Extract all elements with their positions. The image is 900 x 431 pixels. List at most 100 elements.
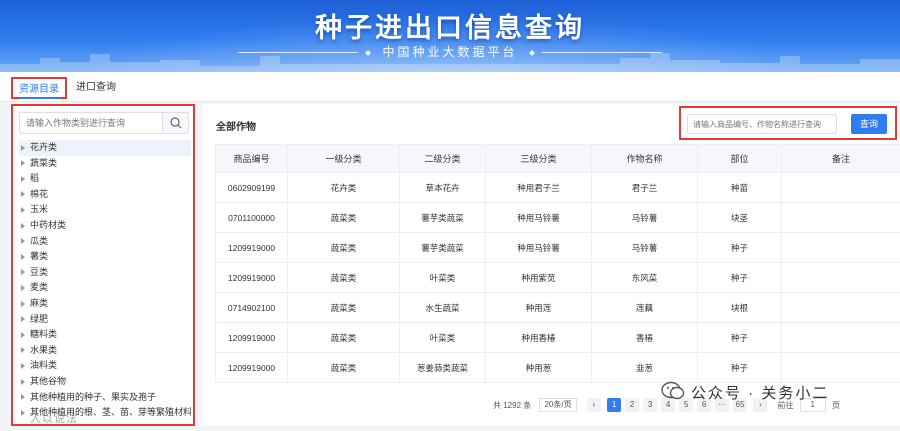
page-button[interactable]: 1 [607,398,622,412]
table-cell [781,292,900,323]
caret-right-icon [21,238,25,245]
tab-import-query[interactable]: 进口查询 [70,77,122,99]
table-cell: 种子 [697,322,782,353]
table-cell: 蔬菜类 [287,262,400,293]
wechat-icon [661,381,685,400]
table-row[interactable]: 1209919000 蔬菜类 叶菜类 种用香椿 香椿 种子 [215,322,900,353]
query-input[interactable] [687,114,837,134]
tree-item-label: 稻 [30,173,40,184]
tree-item[interactable]: 水果类 [19,343,191,359]
tree-item-label: 油料类 [30,360,58,371]
tree-item-label: 其他谷物 [30,375,67,386]
tree-item[interactable]: 花卉类 [19,140,191,156]
tree-item[interactable]: 中药材类 [19,218,191,234]
category-tree: 花卉类 蔬菜类稻棉花玉米 中药材类瓜类薯类豆类麦类 麻类 绿肥糖料类 水果类 油料类其他谷物… [19,140,191,421]
table-cell [781,322,900,353]
tree-item[interactable]: 玉米 [19,202,191,218]
diamond-icon [529,49,535,56]
table-cell: 种子 [697,352,782,383]
caret-right-icon [21,362,25,369]
column-header: 作物名称 [591,144,698,173]
tree-item[interactable]: 糖料类 [19,327,191,343]
table-cell: 蔬菜类 [287,232,400,263]
subtitle-text: 中国种业大数据平台 [382,45,518,59]
caret-right-icon [21,144,25,151]
table-row[interactable]: 1209919000 蔬菜类 叶菜类 种用紫苋 东风菜 种子 [215,262,900,293]
tree-item-label: 薯类 [30,251,49,262]
table-cell [781,352,900,383]
table-cell: 东风菜 [591,262,698,293]
tree-item[interactable]: 稻 [19,171,191,187]
table-cell: 种用香椿 [485,322,592,353]
caret-right-icon [21,207,25,213]
tree-item[interactable]: 麻类 [19,296,191,312]
table-cell: 马铃薯 [591,202,698,233]
caret-right-icon [21,284,25,291]
table-row[interactable]: 0602909199 花卉类 草本花卉 种用君子兰 君子兰 种苗 [215,172,900,203]
category-search-input[interactable] [26,113,160,133]
tree-item[interactable]: 其他种植用的种子、果实及孢子 [19,390,191,406]
column-header: 部位 [697,144,782,173]
page-button[interactable]: 2 [625,398,640,412]
page-button[interactable]: 3 [643,398,658,412]
tab-resource-catalog[interactable]: 资源目录 [11,77,67,99]
query-button[interactable]: 查询 [851,114,887,134]
category-search-button[interactable] [162,113,188,133]
tree-item-label: 蔬菜类 [30,157,58,168]
table-cell: 种子 [697,262,782,293]
tree-item[interactable]: 麦类 [19,280,191,296]
tree-item[interactable]: 瓜类 [19,234,191,250]
section-title: 全部作物 [216,122,256,133]
tree-item[interactable]: 其他谷物 [19,374,191,390]
tree-item-label: 绿肥 [30,313,49,324]
search-icon [170,117,182,129]
table-cell: 君子兰 [591,172,698,203]
table-cell: 草本花卉 [399,172,486,203]
table-cell: 水生蔬菜 [399,292,486,323]
page-subtitle: 中国种业大数据平台 [0,43,900,60]
table-cell: 莲藕 [591,292,698,323]
table-cell: 种用马铃薯 [485,202,592,233]
table-cell [781,172,900,203]
table-body: 0602909199 花卉类 草本花卉 种用君子兰 君子兰 种苗 0701100000 蔬菜类… [215,172,900,383]
page-size-select[interactable]: 20条/页 [539,398,577,412]
table-row[interactable]: 0701100000 蔬菜类 薯芋类蔬菜 种用马铃薯 马铃薯 块茎 [215,202,900,233]
column-header: 一级分类 [287,144,400,173]
tree-item-label: 其他种植用的种子、果实及孢子 [30,391,157,402]
tree-item-label: 瓜类 [30,235,49,246]
caret-right-icon [21,253,25,260]
table-cell: 葱姜蒜类蔬菜 [399,352,486,383]
tree-item[interactable]: 蔬菜类 [19,156,191,172]
table-cell: 1209919000 [215,232,288,263]
table-cell: 叶菜类 [399,262,486,293]
tree-item-label: 豆类 [30,266,49,277]
table-cell: 种用君子兰 [485,172,592,203]
tree-item[interactable]: 绿肥 [19,312,191,328]
table-cell [781,202,900,233]
tree-item[interactable]: 棉花 [19,187,191,203]
table-cell [781,232,900,263]
tree-item[interactable]: 油料类 [19,358,191,374]
table-row[interactable]: 1209919000 蔬菜类 葱姜蒜类蔬菜 种用葱 韭葱 种子 [215,352,900,383]
table-cell: 薯芋类蔬菜 [399,202,486,233]
prev-page-button[interactable]: ‹ [586,398,601,412]
caret-right-icon [21,378,25,385]
column-header: 二级分类 [399,144,486,173]
table-row[interactable]: 0714902100 蔬菜类 水生蔬菜 种用莲 莲藕 块根 [215,292,900,323]
table-cell: 0714902100 [215,292,288,323]
tree-item-label: 中药材类 [30,219,67,230]
crop-category-panel: 花卉类蔬菜类稻棉花玉米中药材类瓜类薯类豆类麦类麻类绿肥糖料类水果类油料类其他谷物… [11,104,195,426]
total-count: 共 1292 条 [493,400,532,410]
query-bar: 查询 [679,106,897,140]
table-cell [781,262,900,293]
subtitle-line-right [541,52,662,54]
tree-item[interactable]: 豆类 [19,265,191,281]
tree-item-label: 棉花 [30,188,49,199]
table-cell: 块根 [697,292,782,323]
watermark-text: 公众号 · 关务小二 [691,385,830,402]
crop-list-panel: 全部作物 查询 商品编号一级分类二级分类三级分类作物名称部位备注 0602909… [203,104,900,426]
subtitle-line-left [238,52,359,54]
table-cell: 蔬菜类 [287,202,400,233]
tree-item[interactable]: 薯类 [19,249,191,265]
table-row[interactable]: 1209919000 蔬菜类 薯芋类蔬菜 种用马铃薯 马铃薯 种子 [215,232,900,263]
